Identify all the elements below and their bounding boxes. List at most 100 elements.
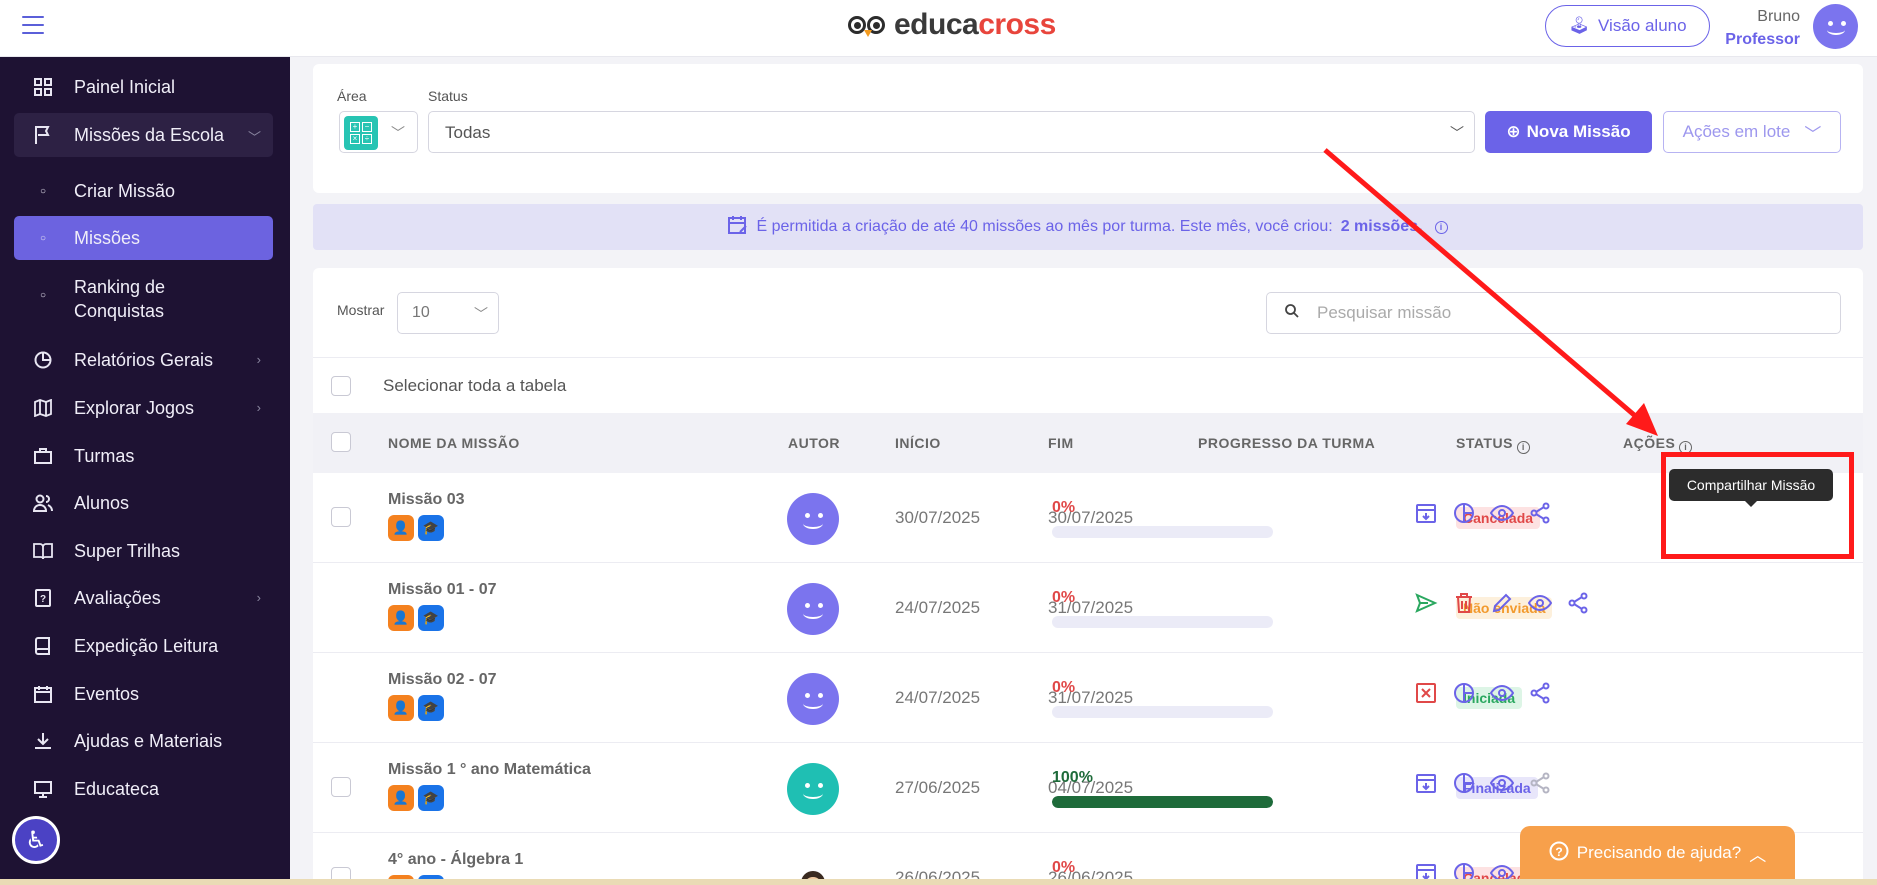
accessibility-icon: ♿ [25, 826, 47, 854]
search-input[interactable]: Pesquisar missão [1266, 292, 1841, 334]
sidebar: Painel Inicial Missões da Escola ﹀ ○ Cri… [0, 57, 290, 885]
mission-name[interactable]: 4° ano - Álgebra 1 [388, 851, 523, 869]
header-checkbox[interactable] [331, 432, 351, 452]
acoes-em-lote-button[interactable]: Ações em lote ﹀ [1663, 111, 1841, 153]
col-status: STATUS [1456, 435, 1513, 451]
sidebar-item-label: Avaliações [74, 587, 161, 608]
select-all-row: Selecionar toda a tabela [313, 357, 1863, 413]
report-icon[interactable] [1451, 680, 1477, 706]
eye-icon[interactable] [1489, 500, 1515, 526]
sidebar-item-ranking[interactable]: ○ Ranking de Conquistas [14, 271, 273, 327]
help-label: Precisando de ajuda? [1576, 843, 1742, 862]
logo[interactable]: educacross [848, 8, 1056, 42]
select-all-checkbox[interactable] [331, 376, 351, 396]
bottom-strip [0, 879, 1877, 885]
menu-icon[interactable] [22, 16, 44, 34]
trash-icon[interactable] [1451, 590, 1477, 616]
accessibility-button[interactable]: ♿ [12, 816, 60, 864]
student-icon: 👤 [388, 785, 414, 811]
sidebar-item-eventos[interactable]: Eventos [14, 672, 273, 716]
graduation-cap-icon: 🎓 [418, 695, 444, 721]
start-date: 24/07/2025 [895, 688, 981, 707]
student-icon: 👤 [388, 695, 414, 721]
nova-missao-label: Nova Missão [1526, 122, 1631, 141]
sidebar-item-label: Educateca [74, 778, 160, 799]
share-icon[interactable] [1527, 680, 1553, 706]
sidebar-item-educateca[interactable]: Educateca [14, 767, 273, 811]
row-actions [1413, 770, 1553, 796]
info-icon[interactable]: i [1679, 441, 1693, 454]
share-icon[interactable] [1527, 500, 1553, 526]
sidebar-item-avaliacoes[interactable]: ? Avaliações › [14, 576, 273, 620]
cancel-icon[interactable] [1413, 680, 1439, 706]
sidebar-item-super-trilhas[interactable]: Super Trilhas [14, 529, 273, 573]
mission-name[interactable]: Missão 01 - 07 [388, 581, 497, 599]
mostrar-label: Mostrar [337, 302, 385, 318]
sidebar-item-missoes[interactable]: ○ Missões [14, 216, 273, 260]
author-avatar [787, 583, 839, 635]
status-select[interactable]: Todas ﹀ [428, 111, 1475, 153]
progress-percent: 0% [1052, 859, 1076, 876]
row-actions [1413, 680, 1553, 706]
mission-name[interactable]: Missão 1 ° ano Matemática [388, 761, 591, 779]
eye-icon[interactable] [1489, 680, 1515, 706]
question-circle-icon: ? [1549, 841, 1569, 866]
col-inicio: INÍCIO [895, 435, 941, 451]
info-icon[interactable]: i [1516, 441, 1530, 454]
table-row: Missão 02 - 07 👤 🎓 24/07/2025 31/07/2025 0% In… [313, 653, 1863, 743]
row-checkbox[interactable] [331, 777, 351, 797]
progress-percent: 100% [1052, 769, 1093, 786]
page-size-select[interactable]: 10 ﹀ [397, 292, 499, 334]
user-avatar[interactable] [1813, 4, 1858, 49]
graduation-cap-icon: 🎓 [418, 785, 444, 811]
sidebar-item-ajudas-materiais[interactable]: Ajudas e Materiais [14, 719, 273, 763]
sidebar-item-label: Ranking de Conquistas [74, 277, 166, 321]
visao-aluno-button[interactable]: 🕹 Visão aluno [1545, 5, 1710, 47]
progress-bar [1052, 526, 1273, 538]
tooltip: Compartilhar Missão [1669, 469, 1833, 507]
table-row: Missão 01 - 07 👤 🎓 24/07/2025 31/07/2025 0% Nã… [313, 563, 1863, 653]
sidebar-item-painel-inicial[interactable]: Painel Inicial [14, 65, 273, 109]
help-button[interactable]: ? Precisando de ajuda? ︿ [1520, 826, 1795, 880]
share-icon[interactable] [1565, 590, 1591, 616]
logo-text-educa: educa [894, 8, 979, 41]
col-progresso: PROGRESSO DA TURMA [1198, 435, 1376, 451]
row-checkbox[interactable] [331, 507, 351, 527]
monitor-icon [32, 778, 54, 800]
joystick-icon: 🕹 [1568, 16, 1591, 35]
page-size-value: 10 [412, 304, 430, 321]
select-all-label: Selecionar toda a tabela [383, 376, 567, 395]
sidebar-item-missoes-da-escola[interactable]: Missões da Escola ﹀ [14, 113, 273, 157]
sidebar-item-expedicao-leitura[interactable]: Expedição Leitura [14, 624, 273, 668]
share-icon[interactable] [1527, 770, 1553, 796]
row-actions [1413, 590, 1591, 616]
sidebar-item-alunos[interactable]: Alunos [14, 481, 273, 525]
book-open-icon [32, 540, 54, 562]
eye-icon[interactable] [1527, 590, 1553, 616]
mission-badges: 👤🎓 [388, 605, 444, 631]
info-icon[interactable]: i [1434, 220, 1448, 234]
nova-missao-button[interactable]: ⊕ Nova Missão [1485, 111, 1652, 153]
mission-name[interactable]: Missão 03 [388, 491, 464, 509]
sidebar-item-label: Relatórios Gerais [74, 349, 214, 370]
mission-name[interactable]: Missão 02 - 07 [388, 671, 497, 689]
status-label: Status [428, 88, 468, 104]
eye-icon[interactable] [1489, 770, 1515, 796]
progress-fill [1052, 796, 1273, 808]
archive-icon[interactable] [1413, 770, 1439, 796]
archive-icon[interactable] [1413, 500, 1439, 526]
report-icon[interactable] [1451, 770, 1477, 796]
report-icon[interactable] [1451, 500, 1477, 526]
mission-badges: 👤🎓 [388, 785, 444, 811]
book-icon [32, 635, 54, 657]
chevron-right-icon: › [256, 590, 261, 605]
send-icon[interactable] [1413, 590, 1439, 616]
sidebar-item-label: Painel Inicial [74, 76, 176, 97]
edit-icon[interactable] [1489, 590, 1515, 616]
sidebar-item-explorar-jogos[interactable]: Explorar Jogos › [14, 386, 273, 430]
area-select[interactable]: + − × ÷ ﹀ [339, 111, 418, 153]
sidebar-item-turmas[interactable]: Turmas [14, 434, 273, 478]
sidebar-item-criar-missao[interactable]: ○ Criar Missão [14, 169, 273, 213]
sidebar-item-relatorios-gerais[interactable]: Relatórios Gerais › [14, 338, 273, 382]
sidebar-item-label: Expedição Leitura [74, 635, 219, 656]
